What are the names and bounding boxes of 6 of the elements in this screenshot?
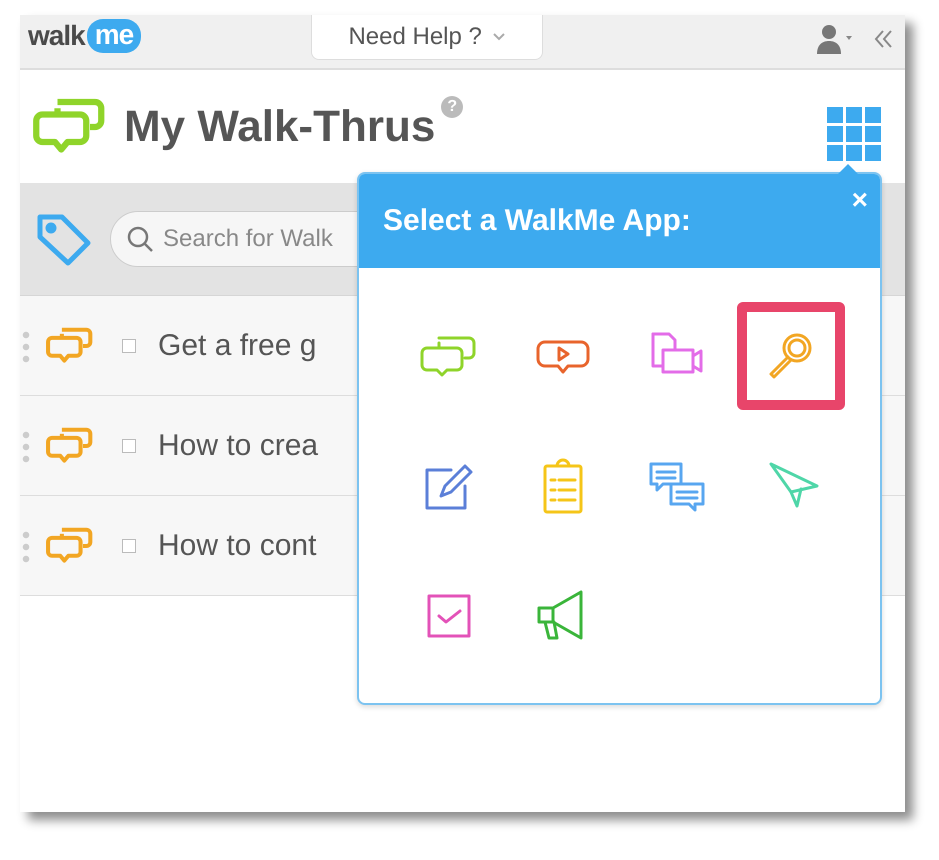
walkthru-title: Get a free g: [158, 328, 316, 362]
page-title: My Walk-Thrus: [124, 102, 436, 152]
walkme-logo: walk me: [28, 19, 142, 53]
popup-title: Select a WalkMe App:: [383, 204, 691, 238]
walkthru-title: How to crea: [158, 428, 318, 462]
walkthru-title: How to cont: [158, 528, 316, 562]
